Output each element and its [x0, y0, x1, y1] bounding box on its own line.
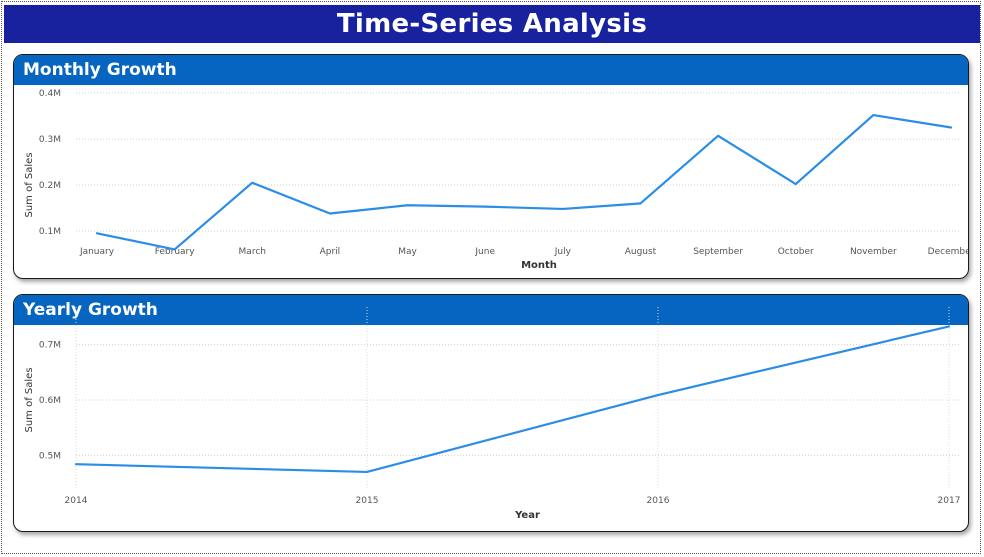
y-tick-label: 0.1M [39, 227, 61, 237]
series-line[interactable] [74, 325, 951, 474]
data-point[interactable] [363, 468, 371, 476]
data-point[interactable] [404, 201, 412, 209]
x-tick-label: 2017 [938, 496, 961, 506]
monthly-growth-chart[interactable]: 0.1M0.2M0.3M0.4MJanuary February March Apri… [14, 55, 969, 279]
data-point[interactable] [559, 205, 567, 213]
data-point[interactable] [714, 132, 722, 140]
y-tick-label: 0.7M [39, 341, 61, 351]
x-axis-title: Month [521, 260, 557, 271]
data-point[interactable] [248, 179, 256, 187]
data-point[interactable] [792, 180, 800, 188]
data-point[interactable] [481, 203, 489, 211]
y-tick-label: 0.3M [39, 135, 61, 145]
x-tick-label: March [239, 247, 266, 257]
x-tick-label: December [928, 247, 969, 257]
data-point[interactable] [945, 322, 953, 330]
data-point[interactable] [72, 460, 80, 468]
series-line[interactable] [95, 113, 953, 251]
data-point[interactable] [93, 229, 101, 237]
data-point[interactable] [947, 124, 955, 132]
y-tick-label: 0.6M [39, 396, 61, 406]
page-title: Time-Series Analysis [4, 5, 980, 43]
yearly-growth-panel: Yearly Growth 0.5M 0.6M 0.7M 2014 2015 2016 20… [13, 294, 969, 532]
x-tick-label: June [474, 247, 495, 257]
data-point[interactable] [171, 245, 179, 253]
x-axis-title: Year [514, 510, 540, 521]
x-tick-label: 2015 [356, 496, 379, 506]
y-tick-label: 0.5M [39, 451, 61, 461]
x-tick-label: August [625, 247, 657, 257]
data-point[interactable] [326, 210, 334, 218]
y-axis-title: Sum of Sales [24, 367, 35, 432]
x-tick-label: October [778, 247, 814, 257]
x-tick-label: May [398, 247, 417, 257]
data-point[interactable] [869, 111, 877, 119]
y-axis-title: Sum of Sales [24, 152, 35, 217]
x-tick-label: January [79, 247, 115, 257]
y-tick-label: 0.4M [39, 89, 61, 99]
x-tick-label: November [850, 247, 897, 257]
x-tick-label: 2016 [647, 496, 670, 506]
x-tick-label: 2014 [65, 496, 88, 506]
data-point[interactable] [654, 391, 662, 399]
yearly-growth-chart[interactable]: 0.5M 0.6M 0.7M 2014 2015 2016 2017 Year Sum of S… [14, 295, 969, 532]
data-point[interactable] [636, 199, 644, 207]
x-tick-label: September [693, 247, 743, 257]
x-tick-label: July [554, 247, 572, 257]
x-tick-label: April [320, 247, 341, 257]
y-tick-label: 0.2M [39, 181, 61, 191]
monthly-growth-panel: Monthly Growth 0.1M 0.2M 0.3M 0.4M January Fe… [13, 54, 969, 279]
